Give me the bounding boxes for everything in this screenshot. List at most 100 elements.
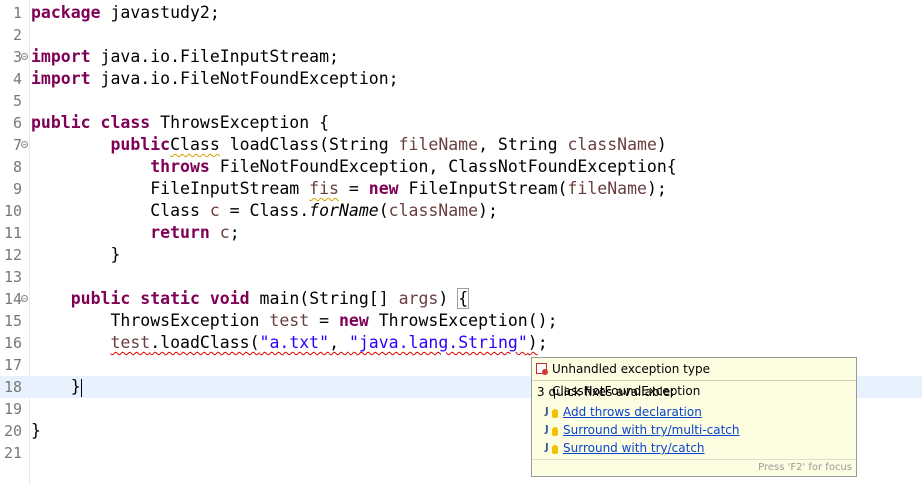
code-text: public class ThrowsException { bbox=[31, 112, 329, 134]
code-token: , bbox=[329, 333, 349, 352]
line-number: 2 bbox=[12, 26, 22, 44]
line-number: 8 bbox=[12, 158, 22, 176]
code-line[interactable]: 10 Class c = Class.forName(className); bbox=[0, 200, 922, 222]
code-text: public static void main(String[] args) { bbox=[31, 288, 470, 310]
code-token: Class bbox=[31, 201, 210, 220]
code-line[interactable]: 4 import java.io.FileNotFoundException; bbox=[0, 68, 922, 90]
code-token: new bbox=[368, 179, 399, 198]
code-token: FileNotFoundException, ClassNotFoundExce… bbox=[209, 157, 677, 176]
code-token: className bbox=[567, 135, 657, 154]
code-text: ThrowsException test = new ThrowsExcepti… bbox=[31, 310, 558, 332]
code-line[interactable]: 13 bbox=[0, 266, 922, 288]
code-line[interactable]: 14− public static void main(String[] arg… bbox=[0, 288, 922, 310]
code-line[interactable]: 5 bbox=[0, 90, 922, 112]
quick-fix-footer: Press 'F2' for focus bbox=[532, 459, 856, 476]
quick-fix-header: Unhandled exception type ClassNotFoundEx… bbox=[532, 358, 856, 398]
line-number: 5 bbox=[12, 92, 22, 110]
code-token: new bbox=[338, 311, 369, 330]
code-token: "a.txt" bbox=[259, 333, 330, 352]
code-token: = bbox=[338, 179, 369, 198]
code-line[interactable]: 6 public class ThrowsException { bbox=[0, 112, 922, 134]
line-number: 10 bbox=[3, 202, 22, 220]
code-token: className bbox=[388, 201, 479, 220]
code-token: ); bbox=[478, 201, 498, 220]
code-token: static bbox=[140, 289, 200, 308]
code-token: ThrowsException(); bbox=[368, 311, 558, 330]
error-icon bbox=[536, 363, 548, 375]
code-text: Class c = Class.forName(className); bbox=[31, 200, 498, 222]
code-line[interactable]: 8 throws FileNotFoundException, ClassNot… bbox=[0, 156, 922, 178]
code-line[interactable]: 3− import java.io.FileInputStream; bbox=[0, 46, 922, 68]
code-line[interactable]: 9 FileInputStream fis = new FileInputStr… bbox=[0, 178, 922, 200]
code-line[interactable]: 2 bbox=[0, 24, 922, 46]
code-token: } bbox=[31, 245, 121, 264]
fold-toggle-icon[interactable]: − bbox=[21, 141, 28, 149]
code-token: class bbox=[100, 113, 161, 132]
code-token: public bbox=[31, 113, 101, 132]
code-token: ThrowsException { bbox=[160, 113, 330, 132]
code-text: import java.io.FileNotFoundException; bbox=[31, 68, 399, 90]
fold-toggle-icon[interactable]: − bbox=[21, 53, 28, 61]
code-token: FileInputStream( bbox=[398, 179, 568, 198]
line-number: 15 bbox=[3, 312, 22, 330]
line-number: 17 bbox=[3, 356, 22, 374]
code-text: return c; bbox=[31, 222, 240, 244]
code-token: fis bbox=[309, 179, 339, 198]
surround-multi-catch-link[interactable]: Surround with try/multi-catch bbox=[563, 423, 740, 437]
code-token: c bbox=[219, 223, 230, 242]
line-number: 1 bbox=[12, 4, 22, 22]
surround-try-catch-link[interactable]: Surround with try/catch bbox=[563, 441, 705, 455]
fold-toggle-icon[interactable]: − bbox=[21, 295, 28, 303]
code-text: package javastudy2; bbox=[31, 2, 220, 24]
code-token: ; bbox=[229, 223, 240, 242]
code-token: ); bbox=[646, 179, 667, 198]
line-number: 13 bbox=[3, 268, 22, 286]
quick-fix-item-add-throws[interactable]: J Add throws declaration bbox=[532, 403, 856, 421]
line-number: 18 bbox=[3, 378, 22, 396]
code-line[interactable]: 15 ThrowsException test = new ThrowsExce… bbox=[0, 310, 922, 332]
code-text: publicClass loadClass(String fileName, S… bbox=[31, 134, 666, 156]
code-token: forName bbox=[309, 201, 379, 220]
code-line[interactable]: 1 package javastudy2; bbox=[0, 2, 922, 24]
code-token: ThrowsException bbox=[31, 311, 270, 330]
code-token: test bbox=[110, 333, 151, 352]
code-token: java.io.FileInputStream; bbox=[100, 47, 339, 66]
code-text: } bbox=[31, 420, 41, 442]
code-token: Class bbox=[170, 135, 220, 154]
line-number: 19 bbox=[3, 400, 22, 418]
quick-fix-icon: J bbox=[545, 422, 559, 438]
quick-fix-item-try-catch[interactable]: J Surround with try/catch bbox=[532, 439, 856, 457]
code-token: { bbox=[457, 288, 470, 309]
code-line[interactable]: 12 } bbox=[0, 244, 922, 266]
code-token: ) bbox=[527, 333, 538, 352]
text-caret bbox=[80, 378, 82, 397]
code-line[interactable]: 16 test.loadClass("a.txt", "java.lang.St… bbox=[0, 332, 922, 354]
quick-fix-title: Unhandled exception type ClassNotFoundEx… bbox=[552, 362, 710, 398]
line-number: 4 bbox=[12, 70, 22, 88]
code-token: package bbox=[31, 3, 111, 22]
code-token: public bbox=[110, 135, 171, 154]
code-token: return bbox=[150, 223, 210, 242]
code-token: } bbox=[31, 421, 41, 440]
code-line[interactable]: 7− publicClass loadClass(String fileName… bbox=[0, 134, 922, 156]
code-line[interactable]: 11 return c; bbox=[0, 222, 922, 244]
quick-fix-item-multi-catch[interactable]: J Surround with try/multi-catch bbox=[532, 421, 856, 439]
code-token: } bbox=[31, 377, 81, 396]
code-token: javastudy2; bbox=[110, 3, 220, 22]
line-number: 9 bbox=[12, 180, 22, 198]
code-token: loadClass(String bbox=[219, 135, 399, 154]
add-throws-declaration-link[interactable]: Add throws declaration bbox=[563, 405, 702, 419]
code-text: } bbox=[31, 376, 82, 398]
code-token: = bbox=[309, 311, 339, 330]
code-token: .loadClass( bbox=[150, 333, 260, 352]
code-text: import java.io.FileInputStream; bbox=[31, 46, 339, 68]
code-token: fileName bbox=[567, 179, 647, 198]
code-text: } bbox=[31, 244, 120, 266]
quick-fix-icon: J bbox=[545, 404, 559, 420]
